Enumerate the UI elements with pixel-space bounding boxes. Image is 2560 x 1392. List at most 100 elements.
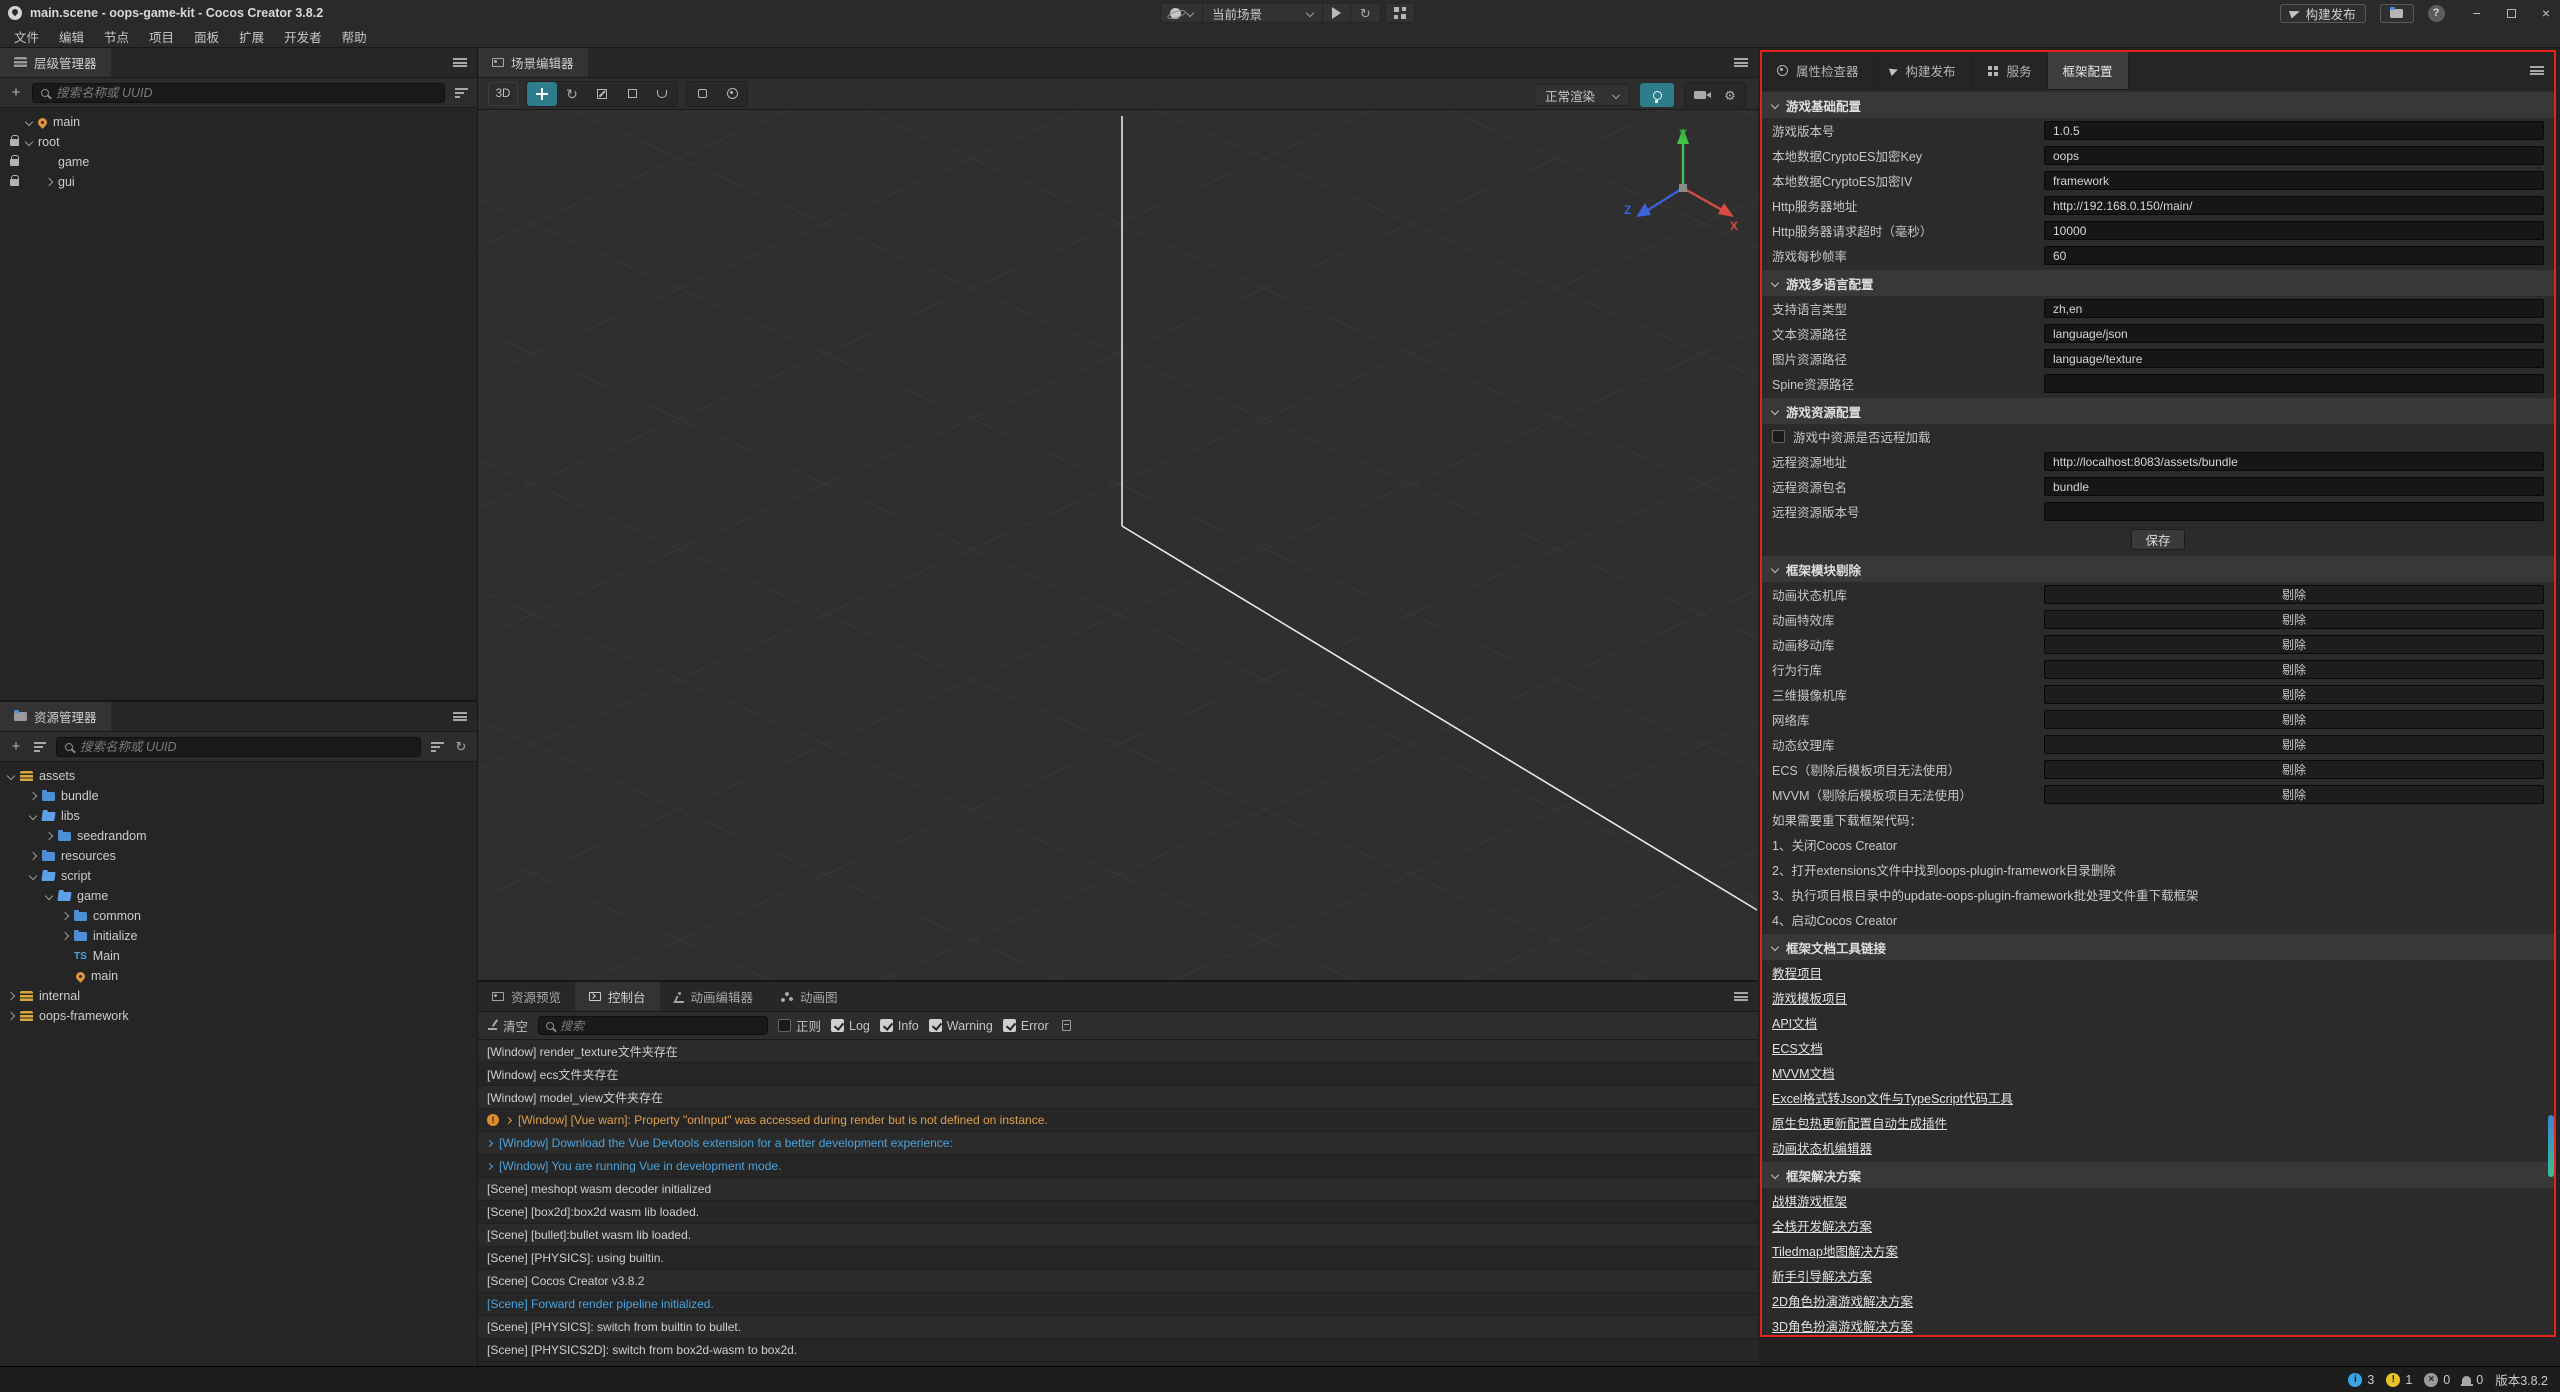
expand-icon[interactable]	[45, 178, 53, 186]
asset-row[interactable]: script	[0, 866, 477, 886]
pivot-toggle-button[interactable]	[687, 82, 717, 106]
filter-info-checkbox[interactable]: Info	[880, 1019, 919, 1033]
asset-row[interactable]: bundle	[0, 786, 477, 806]
log-row-info[interactable]: [Scene] Forward render pipeline initiali…	[478, 1293, 1758, 1316]
expand-icon[interactable]	[29, 792, 37, 800]
remove-module-button[interactable]: 剔除	[2044, 760, 2544, 779]
link-fullstack-solution[interactable]: 全栈开发解决方案	[1772, 1216, 1872, 1235]
rect-tool-button[interactable]	[617, 82, 647, 106]
log-row[interactable]: [Scene] [bullet]:bullet wasm lib loaded.	[478, 1224, 1758, 1247]
languages-input[interactable]	[2044, 299, 2544, 318]
lang-texture-path-input[interactable]	[2044, 349, 2544, 368]
expand-log-icon[interactable]	[486, 1139, 493, 1146]
link-ecs-docs[interactable]: ECS文档	[1772, 1038, 1823, 1057]
expand-icon[interactable]	[29, 812, 37, 820]
expand-log-icon[interactable]	[505, 1116, 512, 1123]
menu-edit[interactable]: 编辑	[49, 27, 94, 46]
crypto-key-input[interactable]	[2044, 146, 2544, 165]
expand-icon[interactable]	[7, 1012, 15, 1020]
expand-icon[interactable]	[45, 832, 53, 840]
platform-select[interactable]	[1161, 4, 1203, 22]
rotate-tool-button[interactable]	[557, 82, 587, 106]
tab-hierarchy[interactable]: 层级管理器	[0, 48, 111, 77]
log-row[interactable]: [Scene] [PHYSICS]: switch from builtin t…	[478, 1316, 1758, 1339]
scale-tool-button[interactable]	[587, 82, 617, 106]
log-row[interactable]: [Window] model_view文件夹存在	[478, 1086, 1758, 1109]
tab-assets[interactable]: 资源管理器	[0, 702, 111, 731]
play-button[interactable]	[1323, 4, 1351, 22]
remote-load-checkbox[interactable]: 游戏中资源是否远程加载	[1762, 424, 2554, 449]
open-project-folder-button[interactable]	[2380, 4, 2414, 23]
tab-console[interactable]: 控制台	[575, 982, 660, 1011]
link-hotupdate-plugin[interactable]: 原生包热更新配置自动生成插件	[1772, 1113, 1947, 1132]
asset-row[interactable]: Main	[0, 946, 477, 966]
expand-icon[interactable]	[45, 892, 53, 900]
log-row[interactable]: [Scene] meshopt wasm decoder initialized	[478, 1178, 1758, 1201]
remove-module-button[interactable]: 剔除	[2044, 585, 2544, 604]
asset-row[interactable]: libs	[0, 806, 477, 826]
asset-row[interactable]: game	[0, 886, 477, 906]
log-row[interactable]: [Scene] [box2d]:box2d wasm lib loaded.	[478, 1201, 1758, 1224]
filter-log-checkbox[interactable]: Log	[831, 1019, 870, 1033]
scrollbar-thumb[interactable]	[2548, 1115, 2554, 1177]
asset-row[interactable]: assets	[0, 766, 477, 786]
hierarchy-filter-button[interactable]	[453, 88, 469, 98]
log-row[interactable]: [Scene] [PHYSICS]: using builtin.	[478, 1247, 1758, 1270]
coordinate-toggle-button[interactable]	[717, 82, 747, 106]
panel-menu-icon[interactable]	[1734, 992, 1748, 1001]
console-search-input[interactable]	[560, 1019, 760, 1033]
remove-module-button[interactable]: 剔除	[2044, 710, 2544, 729]
asset-row[interactable]: resources	[0, 846, 477, 866]
section-doc-links[interactable]: 框架文档工具链接	[1762, 934, 2554, 960]
link-2d-rpg-solution[interactable]: 2D角色扮演游戏解决方案	[1772, 1291, 1913, 1310]
log-row-info[interactable]: [Window] You are running Vue in developm…	[478, 1155, 1758, 1178]
link-excel-tool[interactable]: Excel格式转Json文件与TypeScript代码工具	[1772, 1088, 2013, 1107]
lang-json-path-input[interactable]	[2044, 324, 2544, 343]
tab-asset-preview[interactable]: 资源预览	[478, 982, 575, 1011]
section-base-config[interactable]: 游戏基础配置	[1762, 92, 2554, 118]
section-solutions[interactable]: 框架解决方案	[1762, 1162, 2554, 1188]
console-clear-button[interactable]: 清空	[488, 1016, 528, 1035]
tab-animation-graph[interactable]: 动画图	[767, 982, 852, 1011]
log-row-warning[interactable]: ! [Window] [Vue warn]: Property "onInput…	[478, 1109, 1758, 1132]
panel-menu-icon[interactable]	[453, 712, 467, 721]
expand-icon[interactable]	[25, 138, 33, 146]
info-count[interactable]: i 3	[2348, 1373, 2374, 1387]
regex-checkbox[interactable]: 正则	[778, 1016, 821, 1035]
panel-menu-icon[interactable]	[2530, 66, 2544, 75]
panel-menu-icon[interactable]	[1734, 58, 1748, 67]
hierarchy-row-gui[interactable]: gui	[0, 172, 477, 192]
menu-help[interactable]: 帮助	[332, 27, 377, 46]
close-button[interactable]: ×	[2542, 5, 2550, 21]
expand-icon[interactable]	[29, 852, 37, 860]
log-row[interactable]: [Scene] Cocos Creator v3.8.2	[478, 1270, 1758, 1293]
create-asset-button[interactable]	[8, 738, 24, 755]
remote-version-input[interactable]	[2044, 502, 2544, 521]
hierarchy-search-input[interactable]	[56, 86, 436, 100]
lighting-toggle-button[interactable]	[1640, 83, 1674, 107]
assets-search-input[interactable]	[80, 740, 412, 754]
reload-button[interactable]	[1351, 4, 1380, 22]
move-tool-button[interactable]	[527, 82, 557, 106]
assets-refresh-button[interactable]	[453, 740, 469, 753]
camera-settings-button[interactable]	[1685, 83, 1715, 107]
expand-log-icon[interactable]	[486, 1162, 493, 1169]
hierarchy-row-main[interactable]: main	[0, 112, 477, 132]
panel-menu-icon[interactable]	[453, 58, 467, 67]
warning-count[interactable]: ! 1	[2386, 1373, 2412, 1387]
http-timeout-input[interactable]	[2044, 221, 2544, 240]
link-tactics-framework[interactable]: 战棋游戏框架	[1772, 1191, 1847, 1210]
section-language-config[interactable]: 游戏多语言配置	[1762, 270, 2554, 296]
asset-row[interactable]: common	[0, 906, 477, 926]
save-button[interactable]: 保存	[2131, 529, 2184, 550]
link-tutorial-project[interactable]: 教程项目	[1772, 963, 1822, 982]
log-row-info[interactable]: [Window] Download the Vue Devtools exten…	[478, 1132, 1758, 1155]
asset-row[interactable]: internal	[0, 986, 477, 1006]
console-search[interactable]	[538, 1016, 768, 1035]
expand-icon[interactable]	[7, 772, 15, 780]
asset-row[interactable]: main	[0, 966, 477, 986]
restore-button[interactable]	[2507, 9, 2516, 18]
error-count[interactable]: × 0	[2424, 1373, 2450, 1387]
tab-animation-editor[interactable]: 动画编辑器	[660, 982, 768, 1011]
remove-module-button[interactable]: 剔除	[2044, 735, 2544, 754]
